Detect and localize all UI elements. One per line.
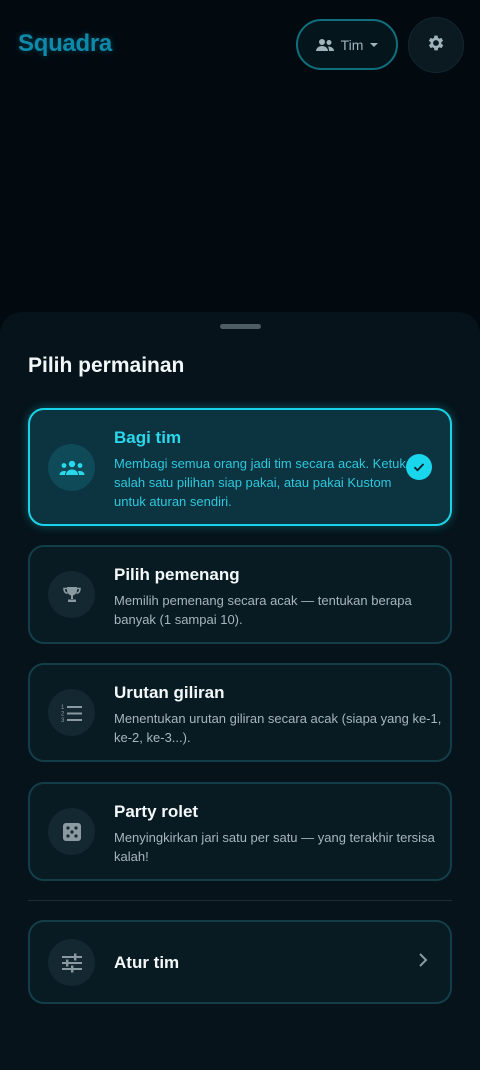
- sheet-drag-handle[interactable]: [220, 324, 261, 329]
- game-card-text: Bagi tim Membagi semua orang jadi tim se…: [114, 428, 406, 511]
- svg-text:1: 1: [61, 705, 65, 711]
- svg-text:3: 3: [61, 718, 65, 723]
- game-card-bagi-tim[interactable]: Bagi tim Membagi semua orang jadi tim se…: [28, 408, 452, 526]
- groups-icon: [48, 444, 95, 491]
- game-picker-sheet: Pilih permainan Bagi tim Membagi semua o…: [0, 312, 480, 1070]
- game-card-text: Urutan giliran Menentukan urutan giliran…: [114, 683, 444, 747]
- gear-icon: [426, 33, 446, 58]
- game-title: Urutan giliran: [114, 683, 225, 702]
- game-title: Pilih pemenang: [114, 565, 240, 584]
- dropdown-arrow-icon: [369, 42, 379, 48]
- settings-button[interactable]: [408, 17, 464, 73]
- sheet-title: Pilih permainan: [28, 354, 185, 377]
- game-card-pilih-pemenang[interactable]: Pilih pemenang Memilih pemenang secara a…: [28, 545, 452, 644]
- numbered-list-icon: 1 2 3: [48, 689, 95, 736]
- game-card-text: Pilih pemenang Memilih pemenang secara a…: [114, 565, 444, 629]
- dice-icon: [48, 808, 95, 855]
- chevron-right-icon: [418, 952, 428, 973]
- game-title: Party rolet: [114, 802, 199, 821]
- group-icon: [315, 38, 335, 52]
- game-description: Membagi semua orang jadi tim secara acak…: [114, 456, 406, 509]
- mode-label: Tim: [340, 36, 364, 53]
- tune-icon: [48, 939, 95, 986]
- top-bar: Squadra Tim: [0, 0, 480, 90]
- app-logo: Squadra: [18, 30, 112, 57]
- svg-text:2: 2: [61, 711, 65, 717]
- game-card-text: Party rolet Menyingkirkan jari satu per …: [114, 802, 444, 866]
- team-settings-title: Atur tim: [114, 953, 180, 972]
- divider: [28, 900, 452, 901]
- game-description: Menyingkirkan jari satu per satu — yang …: [114, 830, 435, 864]
- mode-selector-button[interactable]: Tim: [296, 19, 398, 70]
- check-icon: [406, 454, 432, 480]
- team-settings-text: Atur tim: [114, 953, 374, 973]
- game-card-party-rolet[interactable]: Party rolet Menyingkirkan jari satu per …: [28, 782, 452, 881]
- team-settings-row[interactable]: Atur tim: [28, 920, 452, 1004]
- game-card-urutan-giliran[interactable]: 1 2 3 Urutan giliran Menentukan urutan g…: [28, 663, 452, 762]
- game-description: Memilih pemenang secara acak — tentukan …: [114, 593, 412, 627]
- game-title: Bagi tim: [114, 428, 182, 447]
- trophy-icon: [48, 571, 95, 618]
- game-description: Menentukan urutan giliran secara acak (s…: [114, 711, 442, 745]
